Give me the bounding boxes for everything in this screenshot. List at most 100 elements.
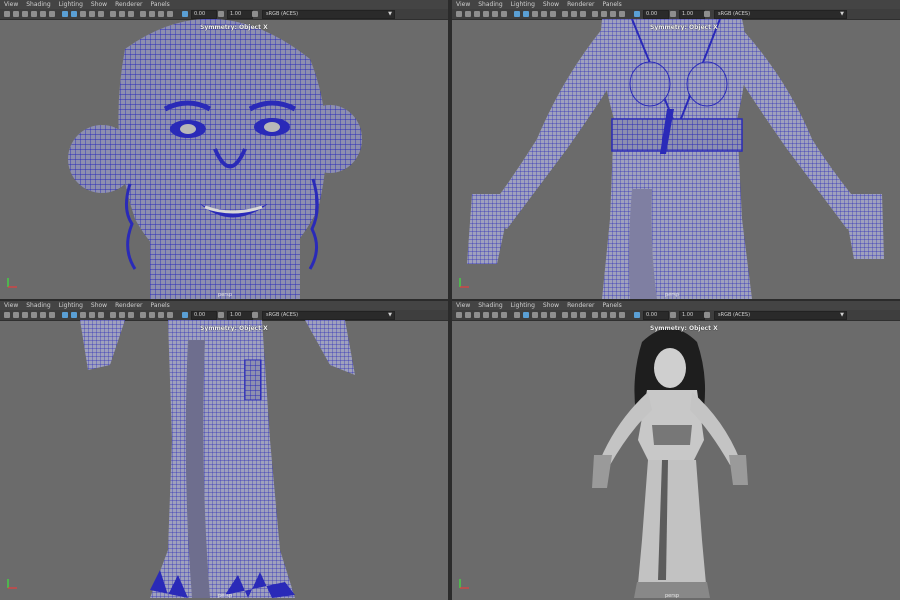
colorspace-dropdown[interactable]: sRGB (ACES) ▼ bbox=[714, 311, 847, 320]
menu-shading[interactable]: Shading bbox=[26, 1, 50, 8]
resolution-gate-icon[interactable] bbox=[501, 11, 507, 17]
menu-view[interactable]: View bbox=[456, 1, 470, 8]
menu-panels[interactable]: Panels bbox=[150, 1, 169, 8]
smooth-shade-icon[interactable] bbox=[523, 312, 529, 318]
camera-icon[interactable] bbox=[456, 11, 462, 17]
xray-components-icon[interactable] bbox=[619, 11, 625, 17]
menu-panels[interactable]: Panels bbox=[602, 1, 621, 8]
xray-joints-icon[interactable] bbox=[158, 312, 164, 318]
bookmark-icon[interactable] bbox=[22, 11, 28, 17]
menu-renderer[interactable]: Renderer bbox=[115, 302, 142, 309]
menu-show[interactable]: Show bbox=[91, 302, 107, 309]
xray-icon[interactable] bbox=[149, 312, 155, 318]
textured-icon[interactable] bbox=[532, 312, 538, 318]
lock-icon[interactable] bbox=[465, 312, 471, 318]
ambient-occlusion-icon[interactable] bbox=[110, 312, 116, 318]
menu-lighting[interactable]: Lighting bbox=[59, 1, 83, 8]
textured-icon[interactable] bbox=[80, 11, 86, 17]
lock-icon[interactable] bbox=[13, 312, 19, 318]
color-management-icon[interactable] bbox=[252, 312, 258, 318]
colorspace-dropdown[interactable]: sRGB (ACES) ▼ bbox=[262, 311, 395, 320]
shadows-icon[interactable] bbox=[550, 11, 556, 17]
motion-blur-icon[interactable] bbox=[119, 11, 125, 17]
gamma-field[interactable]: 1.00 bbox=[679, 311, 705, 320]
camera-icon[interactable] bbox=[4, 312, 10, 318]
motion-blur-icon[interactable] bbox=[571, 11, 577, 17]
resolution-gate-icon[interactable] bbox=[49, 312, 55, 318]
wireframe-icon[interactable] bbox=[514, 312, 520, 318]
gamma-field[interactable]: 1.00 bbox=[227, 311, 253, 320]
shadows-icon[interactable] bbox=[98, 11, 104, 17]
ambient-occlusion-icon[interactable] bbox=[562, 312, 568, 318]
lock-icon[interactable] bbox=[13, 11, 19, 17]
grid-icon[interactable] bbox=[483, 312, 489, 318]
shadows-icon[interactable] bbox=[550, 312, 556, 318]
menu-show[interactable]: Show bbox=[91, 1, 107, 8]
exposure-icon[interactable] bbox=[182, 11, 188, 17]
exposure-field[interactable]: 0.00 bbox=[191, 311, 217, 320]
bookmark-icon[interactable] bbox=[474, 11, 480, 17]
film-gate-icon[interactable] bbox=[40, 312, 46, 318]
textured-icon[interactable] bbox=[532, 11, 538, 17]
exposure-field[interactable]: 0.00 bbox=[191, 10, 217, 19]
ambient-occlusion-icon[interactable] bbox=[562, 11, 568, 17]
wireframe-icon[interactable] bbox=[514, 11, 520, 17]
smooth-shade-icon[interactable] bbox=[523, 11, 529, 17]
exposure-field[interactable]: 0.00 bbox=[643, 311, 669, 320]
wireframe-icon[interactable] bbox=[62, 312, 68, 318]
isolate-select-icon[interactable] bbox=[140, 11, 146, 17]
antialias-icon[interactable] bbox=[128, 312, 134, 318]
menu-renderer[interactable]: Renderer bbox=[567, 1, 594, 8]
film-gate-icon[interactable] bbox=[492, 11, 498, 17]
xray-icon[interactable] bbox=[149, 11, 155, 17]
film-gate-icon[interactable] bbox=[492, 312, 498, 318]
menu-shading[interactable]: Shading bbox=[26, 302, 50, 309]
lock-icon[interactable] bbox=[465, 11, 471, 17]
exposure-icon[interactable] bbox=[182, 312, 188, 318]
xray-icon[interactable] bbox=[601, 312, 607, 318]
menu-view[interactable]: View bbox=[456, 302, 470, 309]
exposure-icon[interactable] bbox=[634, 11, 640, 17]
xray-joints-icon[interactable] bbox=[610, 11, 616, 17]
color-management-icon[interactable] bbox=[704, 312, 710, 318]
antialias-icon[interactable] bbox=[128, 11, 134, 17]
menu-shading[interactable]: Shading bbox=[478, 1, 502, 8]
isolate-select-icon[interactable] bbox=[592, 312, 598, 318]
color-management-icon[interactable] bbox=[704, 11, 710, 17]
viewport-panel-1[interactable]: View Shading Lighting Show Renderer Panels 0.… bbox=[0, 0, 448, 299]
menu-lighting[interactable]: Lighting bbox=[59, 302, 83, 309]
menu-view[interactable]: View bbox=[4, 302, 18, 309]
menu-view[interactable]: View bbox=[4, 1, 18, 8]
xray-icon[interactable] bbox=[601, 11, 607, 17]
lights-icon[interactable] bbox=[89, 11, 95, 17]
menu-show[interactable]: Show bbox=[543, 302, 559, 309]
film-gate-icon[interactable] bbox=[40, 11, 46, 17]
xray-components-icon[interactable] bbox=[167, 11, 173, 17]
menu-lighting[interactable]: Lighting bbox=[511, 302, 535, 309]
xray-joints-icon[interactable] bbox=[158, 11, 164, 17]
lights-icon[interactable] bbox=[89, 312, 95, 318]
motion-blur-icon[interactable] bbox=[119, 312, 125, 318]
color-management-icon[interactable] bbox=[252, 11, 258, 17]
menu-panels[interactable]: Panels bbox=[150, 302, 169, 309]
shadows-icon[interactable] bbox=[98, 312, 104, 318]
antialias-icon[interactable] bbox=[580, 312, 586, 318]
camera-icon[interactable] bbox=[4, 11, 10, 17]
bookmark-icon[interactable] bbox=[22, 312, 28, 318]
camera-icon[interactable] bbox=[456, 312, 462, 318]
menu-show[interactable]: Show bbox=[543, 1, 559, 8]
smooth-shade-icon[interactable] bbox=[71, 312, 77, 318]
gamma-icon[interactable] bbox=[218, 312, 224, 318]
grid-icon[interactable] bbox=[31, 11, 37, 17]
menu-shading[interactable]: Shading bbox=[478, 302, 502, 309]
lights-icon[interactable] bbox=[541, 11, 547, 17]
xray-components-icon[interactable] bbox=[619, 312, 625, 318]
bookmark-icon[interactable] bbox=[474, 312, 480, 318]
gamma-field[interactable]: 1.00 bbox=[227, 10, 253, 19]
exposure-icon[interactable] bbox=[634, 312, 640, 318]
viewport-panel-3[interactable]: View Shading Lighting Show Renderer Panels 0.… bbox=[0, 301, 448, 600]
wireframe-icon[interactable] bbox=[62, 11, 68, 17]
grid-icon[interactable] bbox=[483, 11, 489, 17]
menu-renderer[interactable]: Renderer bbox=[115, 1, 142, 8]
menu-renderer[interactable]: Renderer bbox=[567, 302, 594, 309]
